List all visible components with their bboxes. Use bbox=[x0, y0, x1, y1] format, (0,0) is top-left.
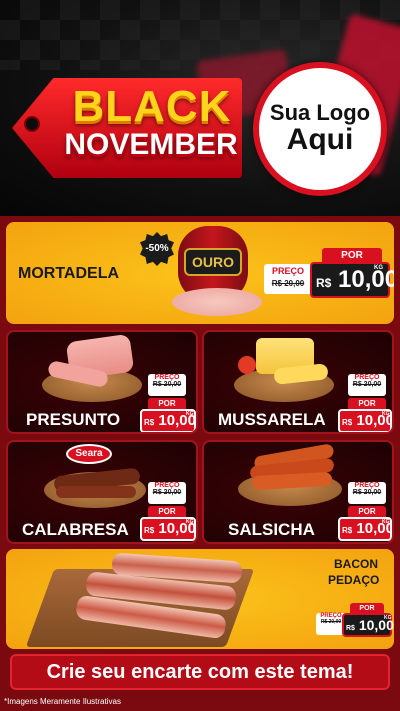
header-banner: BLACK NOVEMBER Sua Logo Aqui bbox=[0, 0, 400, 216]
old-price: R$ 20,00 bbox=[352, 489, 382, 496]
product-card-calabresa[interactable]: Seara CALABRESA PREÇO R$ 20,00 POR R$ 10… bbox=[6, 440, 198, 544]
logo-text-line2: Aqui bbox=[286, 123, 354, 157]
tag-hole-icon bbox=[24, 116, 40, 132]
preco-label: PREÇO bbox=[271, 266, 304, 276]
unit-label: KG bbox=[382, 519, 390, 525]
old-price: R$ 20,00 bbox=[152, 489, 182, 496]
product-card-mussarela[interactable]: MUSSARELA PREÇO R$ 20,00 POR R$ 10,00 KG bbox=[202, 330, 394, 434]
preco-box: PREÇO R$ 20,00 bbox=[348, 374, 386, 396]
product-name: PRESUNTO bbox=[26, 410, 121, 429]
tomato-icon bbox=[238, 356, 256, 374]
currency: R$ bbox=[316, 276, 332, 290]
discount-badge: -50% bbox=[140, 232, 174, 266]
preco-label: PREÇO bbox=[354, 482, 380, 489]
product-card-bacon[interactable]: BACON PEDAÇO PREÇO R$ 20,00 POR R$ 10,00… bbox=[6, 549, 394, 649]
product-name-line2: PEDAÇO bbox=[328, 573, 380, 587]
mortadela-slices bbox=[172, 288, 262, 316]
tag-title-black: BLACK bbox=[72, 82, 232, 131]
product-name: MORTADELA bbox=[18, 265, 120, 282]
logo-text-line1: Sua Logo bbox=[269, 100, 371, 126]
preco-box: PREÇO R$ 20,00 bbox=[148, 482, 186, 504]
currency: R$ bbox=[144, 418, 155, 427]
footnote: *Imagens Meramente Ilustrativas bbox=[4, 697, 121, 706]
product-card-mortadela[interactable]: MORTADELA OURO -50% PREÇO R$ 20,00 POR R… bbox=[6, 222, 394, 324]
unit-label: KG bbox=[382, 411, 390, 417]
cta-banner[interactable]: Crie seu encarte com este tema! bbox=[10, 654, 390, 690]
preco-label: PREÇO bbox=[154, 374, 180, 381]
old-price: R$ 20,00 bbox=[271, 279, 305, 288]
product-name-line1: BACON bbox=[334, 557, 378, 571]
unit-label: KG bbox=[384, 615, 392, 621]
unit-label: KG bbox=[186, 519, 194, 525]
preco-label: PREÇO bbox=[354, 374, 380, 381]
currency: R$ bbox=[342, 526, 353, 535]
product-name: CALABRESA bbox=[22, 520, 129, 539]
old-price: R$ 20,00 bbox=[152, 381, 182, 388]
product-name: MUSSARELA bbox=[218, 410, 326, 429]
logo-placeholder[interactable]: Sua Logo Aqui bbox=[253, 62, 387, 196]
preco-box: PREÇO R$ 20,00 bbox=[348, 482, 386, 504]
currency: R$ bbox=[342, 418, 353, 427]
unit-label: KG bbox=[186, 411, 194, 417]
price-value: 10,00 bbox=[338, 266, 394, 293]
brand-label: Seara bbox=[66, 444, 112, 464]
product-card-salsicha[interactable]: SALSICHA PREÇO R$ 20,00 POR R$ 10,00 KG bbox=[202, 440, 394, 544]
preco-box: PREÇO R$ 20,00 bbox=[148, 374, 186, 396]
brand-label: OURO bbox=[184, 248, 242, 276]
currency: R$ bbox=[144, 526, 155, 535]
preco-box: PREÇO R$ 20,00 bbox=[264, 264, 312, 294]
product-card-presunto[interactable]: PRESUNTO PREÇO R$ 20,00 POR R$ 10,00 KG bbox=[6, 330, 198, 434]
unit-label: KG bbox=[374, 265, 383, 271]
old-price: R$ 20,00 bbox=[352, 381, 382, 388]
calabresa-sausage bbox=[56, 486, 136, 498]
product-name: SALSICHA bbox=[228, 520, 315, 539]
tag-title-november: NOVEMBER bbox=[64, 128, 238, 161]
currency: R$ bbox=[346, 625, 355, 632]
preco-label: PREÇO bbox=[154, 482, 180, 489]
